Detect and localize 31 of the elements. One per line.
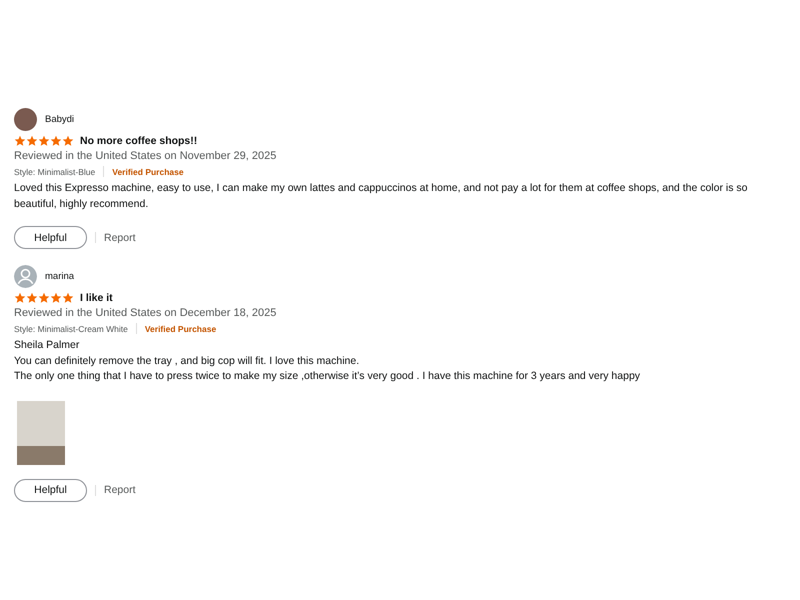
review-date: Reviewed in the United States on November 29, 2025	[14, 150, 278, 162]
helpful-button[interactable]: Helpful	[14, 478, 87, 502]
review-text: Sheila Palmer	[14, 338, 80, 353]
reviewer-name: marina	[45, 271, 74, 282]
star-icon	[50, 135, 62, 147]
review-title: No more coffee shops!!	[80, 135, 198, 147]
report-link[interactable]: Report	[104, 232, 136, 244]
star-icon	[50, 292, 62, 304]
star-icon	[62, 292, 74, 304]
star-icon	[26, 292, 38, 304]
review-text: The only one thing that I have to press twice to make my size ,otherwise it’s very good . I have this machine for 3 years and very happy	[14, 369, 642, 384]
avatar-silhouette-icon	[14, 265, 37, 288]
photo-placeholder[interactable]	[17, 400, 65, 464]
star-icon	[14, 292, 26, 304]
review-text: You can definitely remove the tray , and big cop will fit. I love this machine.	[14, 354, 360, 368]
reviewer-name: Babydi	[45, 114, 74, 125]
review-date: Reviewed in the United States on December 18, 2025	[14, 307, 278, 319]
star-icon	[62, 135, 74, 147]
avatar-photo-placeholder	[14, 108, 37, 131]
review-text: Loved this Expresso machine, easy to use, I can make my own lattes and cappuccinos at home, and not pay a lot for them at coffee shops, and the color is so beautiful, highly recommend.	[14, 181, 748, 212]
star-icon	[38, 292, 50, 304]
verified-purchase-label: Verified Purchase	[112, 166, 184, 176]
review-title: I like it	[80, 292, 113, 304]
star-icon	[26, 135, 38, 147]
product-style: Style: Minimalist-Blue	[14, 166, 96, 176]
product-style: Style: Minimalist-Cream White	[14, 324, 128, 334]
helpful-button[interactable]: Helpful	[14, 226, 87, 249]
star-icon	[38, 135, 50, 147]
verified-purchase-label: Verified Purchase	[144, 324, 216, 334]
report-link[interactable]: Report	[104, 484, 136, 496]
star-icon	[14, 135, 26, 147]
